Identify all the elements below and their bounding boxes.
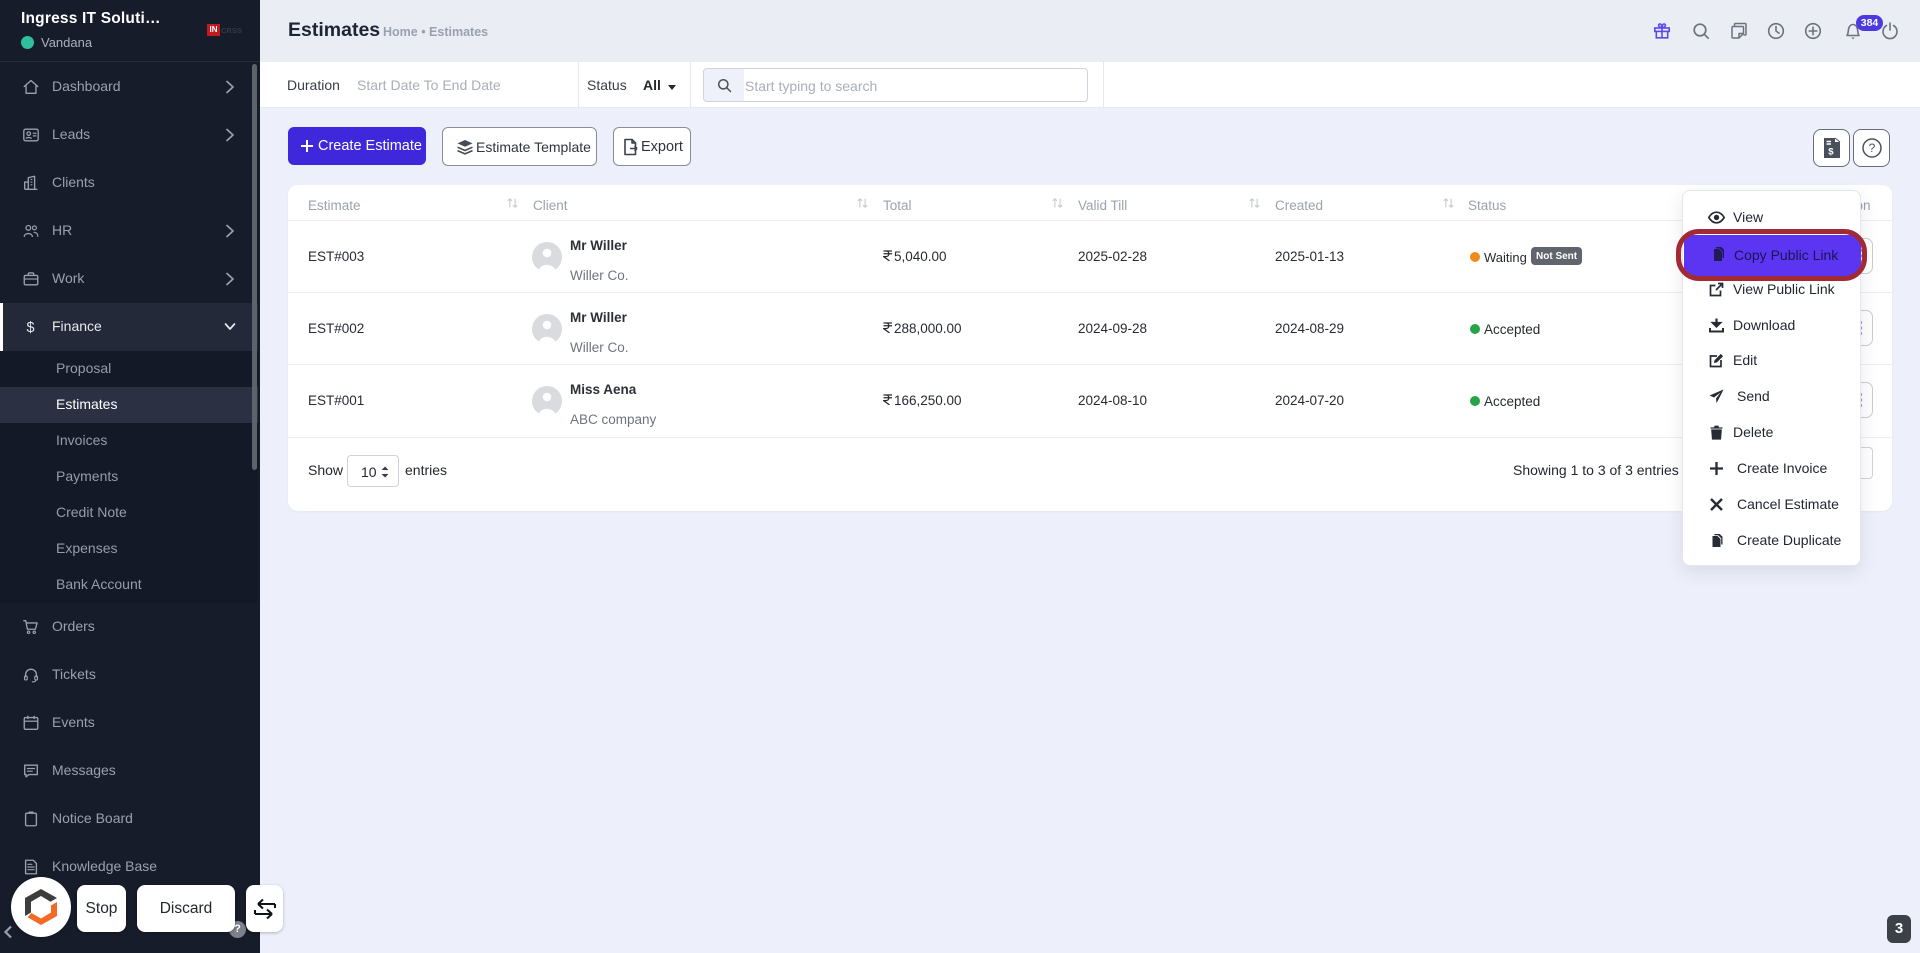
svg-text:?: ? [1869,141,1876,155]
svg-text:$: $ [27,320,35,336]
svg-text:$: $ [1828,147,1834,158]
